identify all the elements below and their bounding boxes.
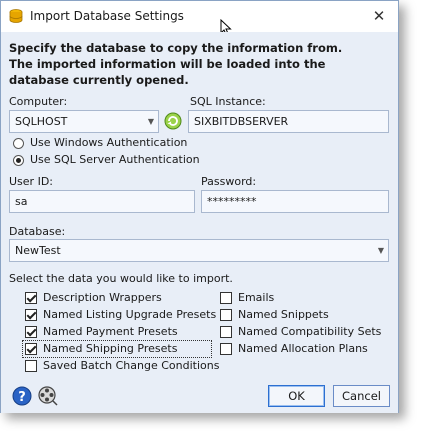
help-icon[interactable]: ? [12, 386, 32, 406]
select-data-prompt: Select the data you would like to import… [9, 272, 233, 285]
saved-batch-change-label[interactable]: Saved Batch Change Conditions [43, 359, 219, 372]
allocation-plans-label[interactable]: Named Allocation Plans [238, 342, 368, 355]
refresh-icon[interactable] [164, 112, 182, 130]
user-id-input[interactable]: sa [9, 190, 195, 213]
computer-value: SQLHOST [15, 115, 68, 128]
title-bar: Import Database Settings ✕ [1, 1, 398, 37]
payment-presets-label[interactable]: Named Payment Presets [43, 325, 178, 338]
close-button[interactable]: ✕ [366, 5, 392, 27]
password-input[interactable]: ********* [201, 190, 389, 213]
user-id-value: sa [15, 195, 28, 208]
sql-instance-input[interactable]: SIXBITDBSERVER [188, 110, 389, 133]
snippets-checkbox[interactable] [220, 309, 232, 321]
close-icon: ✕ [372, 7, 386, 25]
database-icon [9, 9, 23, 23]
focus-rectangle [22, 340, 212, 358]
film-reel-icon[interactable] [36, 384, 58, 406]
instructions-line: database currently opened. [9, 73, 189, 87]
import-database-settings-dialog: Import Database Settings ✕ Specify the d… [0, 0, 399, 413]
sql-auth-label[interactable]: Use SQL Server Authentication [30, 153, 200, 166]
payment-presets-checkbox[interactable] [25, 326, 37, 338]
emails-checkbox[interactable] [220, 292, 232, 304]
ok-button[interactable]: OK [268, 385, 325, 407]
cancel-button[interactable]: Cancel [333, 385, 390, 407]
database-label: Database: [9, 225, 66, 238]
description-wrappers-checkbox[interactable] [25, 292, 37, 304]
database-value: NewTest [15, 244, 61, 257]
dialog-content: Specify the database to copy the informa… [1, 32, 398, 413]
allocation-plans-checkbox[interactable] [220, 343, 232, 355]
instructions-line: Specify the database to copy the informa… [9, 41, 343, 55]
listing-upgrade-presets-checkbox[interactable] [25, 309, 37, 321]
emails-label[interactable]: Emails [238, 291, 274, 304]
compatibility-sets-label[interactable]: Named Compatibility Sets [238, 325, 381, 338]
password-value: ********* [207, 195, 257, 208]
instructions-line: The imported information will be loaded … [9, 57, 326, 71]
snippets-label[interactable]: Named Snippets [238, 308, 329, 321]
chevron-down-icon: ▼ [377, 246, 384, 255]
password-label: Password: [201, 175, 257, 188]
sql-instance-value: SIXBITDBSERVER [194, 115, 289, 128]
user-id-label: User ID: [9, 175, 53, 188]
compatibility-sets-checkbox[interactable] [220, 326, 232, 338]
chevron-down-icon: ▼ [147, 117, 154, 126]
computer-combobox[interactable]: SQLHOST ▼ [9, 110, 159, 133]
windows-auth-label[interactable]: Use Windows Authentication [30, 136, 187, 149]
windows-auth-radio[interactable] [13, 138, 24, 149]
computer-label: Computer: [9, 95, 68, 108]
description-wrappers-label[interactable]: Description Wrappers [43, 291, 162, 304]
saved-batch-change-checkbox[interactable] [25, 360, 37, 372]
sql-instance-label: SQL Instance: [190, 95, 266, 108]
svg-text:?: ? [18, 390, 26, 405]
window-title: Import Database Settings [30, 9, 184, 23]
database-combobox[interactable]: NewTest ▼ [9, 239, 389, 262]
listing-upgrade-presets-label[interactable]: Named Listing Upgrade Presets [43, 308, 216, 321]
instructions: Specify the database to copy the informa… [9, 40, 389, 88]
sql-auth-radio[interactable] [13, 155, 24, 166]
